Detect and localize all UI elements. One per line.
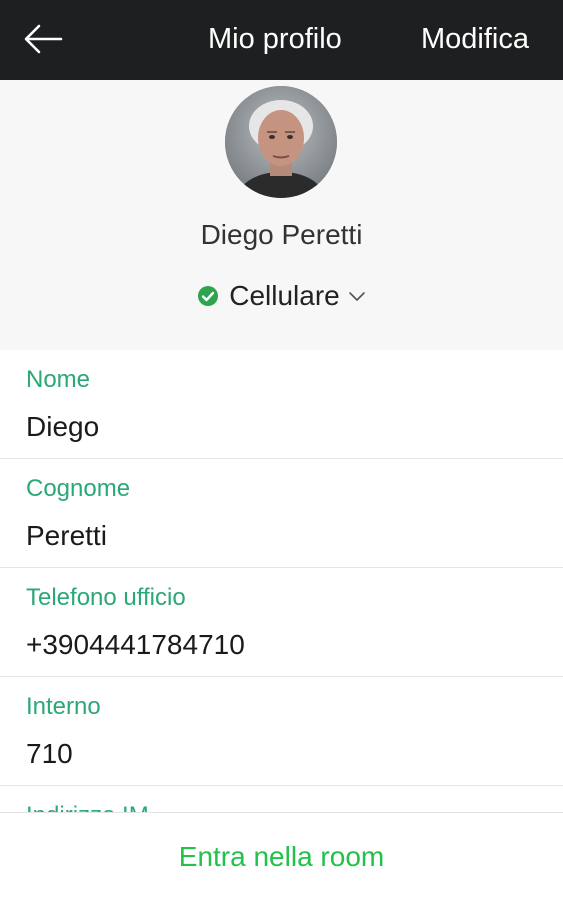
presence-status-selector[interactable]: Cellulare	[0, 278, 563, 314]
field-nome: Nome Diego	[0, 350, 563, 459]
field-value: +3904441784710	[26, 629, 245, 660]
field-label: Nome	[26, 366, 91, 393]
profile-screen: Mio profilo Modifica Diego Peretti Cellu…	[0, 0, 563, 900]
profile-name: Diego Peretti	[200, 219, 363, 250]
field-value: Peretti	[26, 520, 107, 551]
field-telefono-ufficio: Telefono ufficio +3904441784710	[0, 568, 563, 677]
field-label: Indirizzo IM	[26, 802, 149, 812]
field-label: Interno	[26, 693, 101, 720]
join-room-label: Entra nella room	[178, 840, 385, 872]
field-label: Telefono ufficio	[26, 584, 186, 611]
edit-button[interactable]: Modifica	[421, 22, 529, 56]
field-value: 710	[26, 738, 73, 769]
back-button[interactable]	[18, 14, 68, 64]
page-title: Mio profilo	[208, 23, 342, 55]
field-value: Diego	[26, 411, 100, 442]
status-label: Cellulare	[229, 280, 340, 311]
chevron-down-icon	[348, 290, 366, 302]
profile-fields-list[interactable]: Nome Diego Cognome Peretti Telefono uffi…	[0, 350, 563, 812]
field-indirizzo-im: Indirizzo IM	[0, 786, 563, 812]
field-label: Cognome	[26, 475, 131, 502]
top-bar: Mio profilo Modifica	[0, 0, 563, 80]
field-cognome: Cognome Peretti	[0, 459, 563, 568]
join-room-button[interactable]: Entra nella room	[0, 812, 563, 900]
profile-header: Diego Peretti Cellulare	[0, 80, 563, 350]
field-interno: Interno 710	[0, 677, 563, 786]
arrow-left-icon	[24, 24, 63, 54]
check-circle-icon	[197, 285, 219, 307]
avatar[interactable]	[225, 86, 337, 198]
